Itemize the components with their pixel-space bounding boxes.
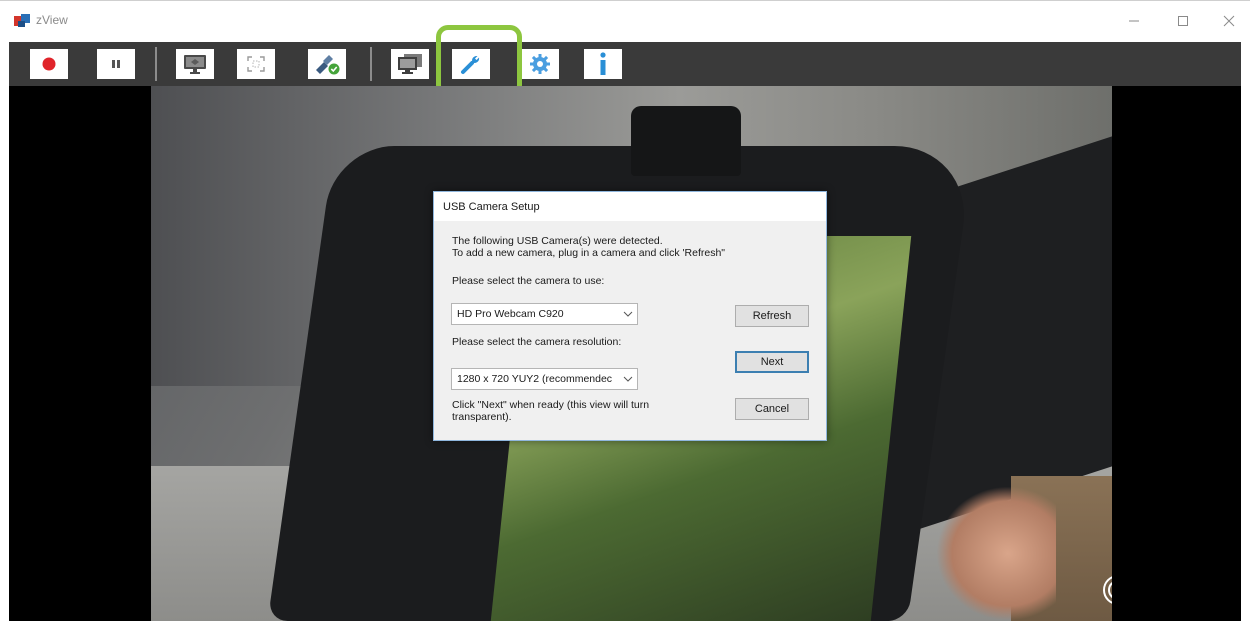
connected-icon <box>316 55 340 75</box>
cancel-button-label: Cancel <box>754 403 790 415</box>
refresh-instructions: To add a new camera, plug in a camera an… <box>452 247 726 259</box>
fullscreen-button[interactable] <box>237 49 275 79</box>
next-hint-text: Click "Next" when ready (this view will … <box>452 399 650 411</box>
fullscreen-icon <box>247 56 265 72</box>
monitor-3d-icon <box>184 55 206 74</box>
maximize-icon <box>1178 16 1188 26</box>
pause-button[interactable] <box>97 49 135 79</box>
refresh-button-label: Refresh <box>752 310 792 322</box>
zspace-watermark: zSpace <box>1101 573 1112 607</box>
toolbar-separator <box>155 47 157 81</box>
chevron-down-icon <box>623 311 633 317</box>
camera-select[interactable]: HD Pro Webcam C920 <box>451 303 638 325</box>
detected-text: The following USB Camera(s) were detecte… <box>452 235 663 247</box>
monitor-button[interactable] <box>391 49 429 79</box>
resolution-select[interactable]: 1280 x 720 YUY2 (recommendec <box>451 368 638 390</box>
select-camera-label: Please select the camera to use: <box>452 275 605 287</box>
toolbar <box>9 42 1241 86</box>
dialog-titlebar: USB Camera Setup <box>434 192 826 221</box>
maximize-button[interactable] <box>1160 1 1206 41</box>
cancel-button[interactable]: Cancel <box>735 398 809 420</box>
resolution-select-value: 1280 x 720 YUY2 (recommendec <box>457 373 613 385</box>
chevron-down-icon <box>623 376 633 382</box>
dialog-title: USB Camera Setup <box>443 201 540 213</box>
pause-icon <box>112 60 120 68</box>
zspace-logo-icon <box>1103 576 1112 604</box>
next-button[interactable]: Next <box>735 351 809 373</box>
info-icon <box>600 52 606 75</box>
close-button[interactable] <box>1206 1 1250 41</box>
zview-app-icon <box>14 14 30 27</box>
settings-button[interactable] <box>521 49 559 79</box>
about-button[interactable] <box>584 49 622 79</box>
usb-camera-setup-dialog: USB Camera Setup The following USB Camer… <box>433 191 827 441</box>
connection-button[interactable] <box>308 49 346 79</box>
toolbar-separator <box>370 47 372 81</box>
minimize-button[interactable] <box>1111 1 1157 41</box>
record-icon <box>42 57 56 71</box>
close-icon <box>1223 15 1235 27</box>
camera-select-value: HD Pro Webcam C920 <box>457 308 564 320</box>
window-title: zView <box>36 13 68 27</box>
record-button[interactable] <box>30 49 68 79</box>
refresh-button[interactable]: Refresh <box>735 305 809 327</box>
minimize-icon <box>1129 20 1139 22</box>
next-button-label: Next <box>760 356 784 368</box>
monitor-icon <box>398 54 422 74</box>
next-hint-text-2: transparent). <box>452 411 512 423</box>
gear-icon <box>530 54 550 74</box>
select-resolution-label: Please select the camera resolution: <box>452 336 622 348</box>
display-view-button[interactable] <box>176 49 214 79</box>
window-titlebar: zView <box>0 0 1250 42</box>
